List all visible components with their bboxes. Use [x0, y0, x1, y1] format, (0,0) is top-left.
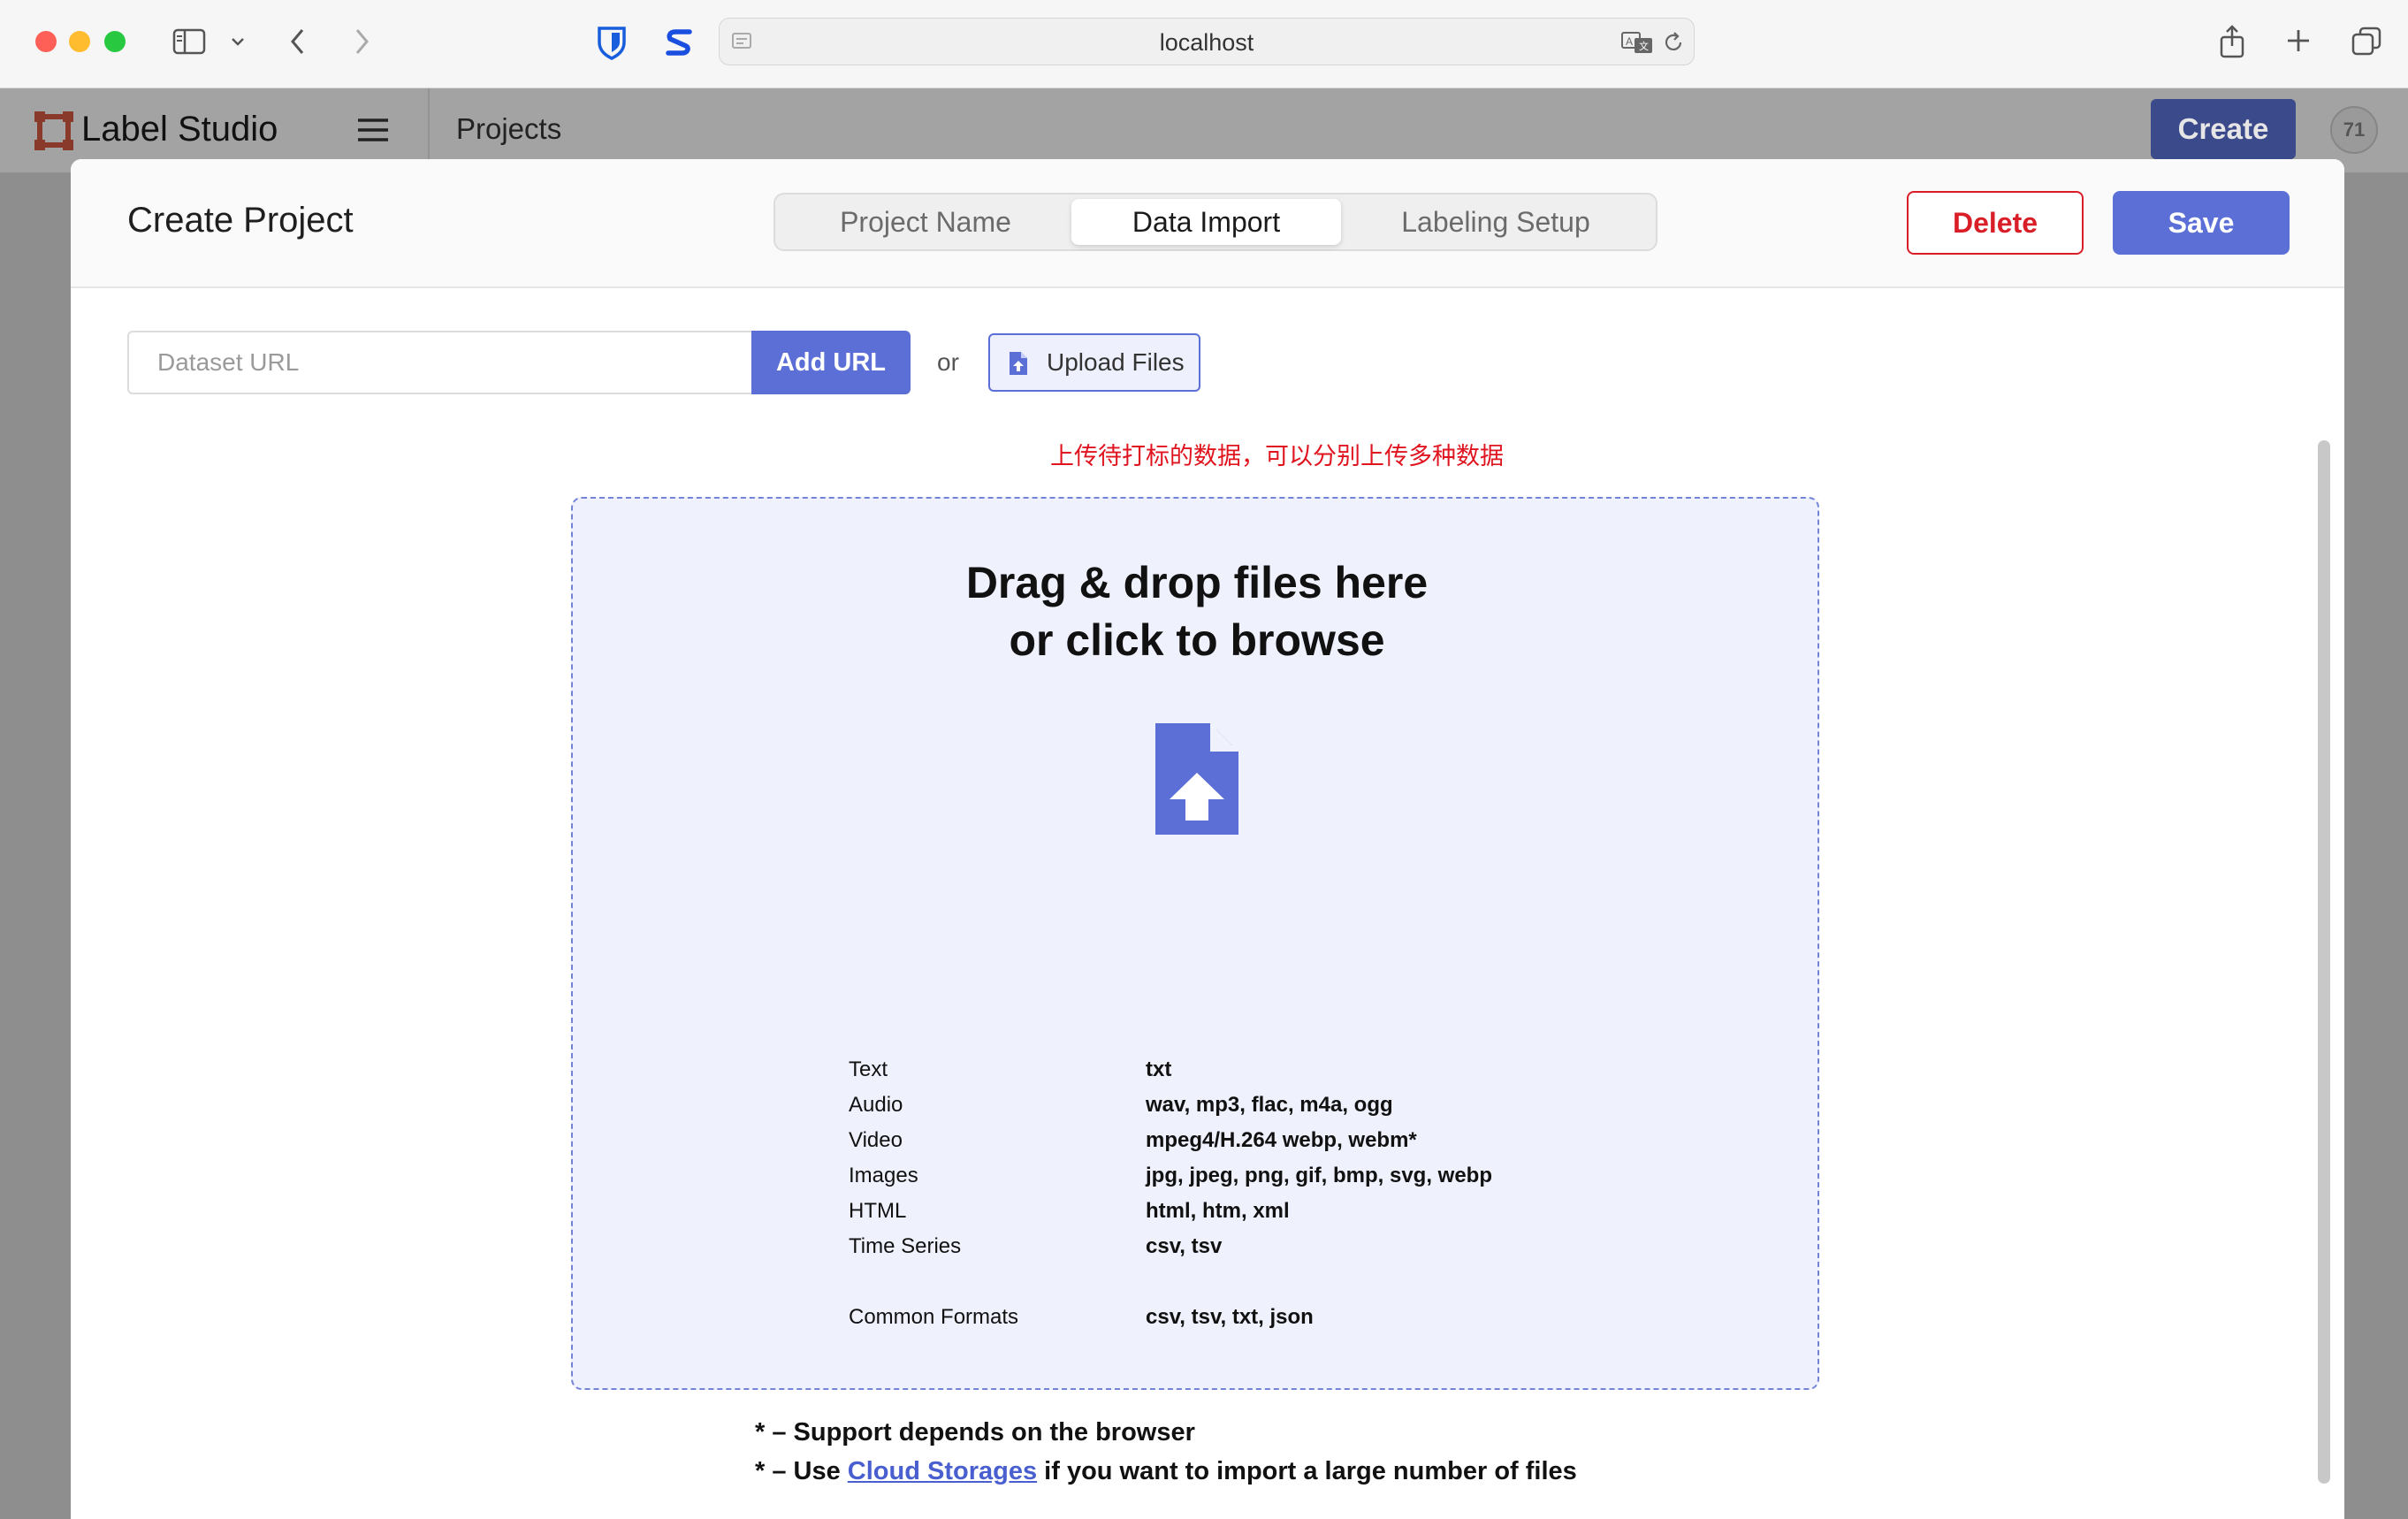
format-ext: csv, tsv, txt, json: [1146, 1305, 1314, 1329]
forward-icon[interactable]: [348, 25, 375, 58]
back-icon[interactable]: [285, 25, 311, 58]
dropzone-title-line1: Drag & drop files here: [965, 558, 1429, 607]
format-ext: jpg, jpeg, png, gif, bmp, svg, webp: [1146, 1164, 1492, 1187]
annotation-note: 上传待打标的数据，可以分别上传多种数据: [1050, 443, 1504, 469]
cloud-storage-note-suffix: if you want to import a large number of …: [1037, 1457, 1577, 1485]
file-upload-large-icon: [1153, 720, 1241, 838]
reload-icon[interactable]: [1660, 29, 1687, 56]
address-text: localhost: [1159, 29, 1254, 56]
cloud-storages-link[interactable]: Cloud Storages: [848, 1457, 1037, 1485]
format-name: HTML: [849, 1199, 907, 1223]
svg-text:A: A: [1626, 35, 1633, 48]
delete-button[interactable]: Delete: [1907, 191, 2084, 255]
or-label: or: [937, 348, 959, 376]
format-name: Audio: [849, 1093, 903, 1117]
upload-files-label: Upload Files: [1047, 348, 1185, 376]
close-window-button[interactable]: [35, 31, 57, 52]
format-ext: html, htm, xml: [1146, 1199, 1290, 1223]
format-ext: mpeg4/H.264 webp, webm*: [1146, 1128, 1417, 1152]
format-name: Video: [849, 1128, 903, 1152]
format-ext: csv, tsv: [1146, 1234, 1223, 1258]
format-ext: txt: [1146, 1057, 1172, 1081]
modal-header: Create Project Project Name Data Import …: [71, 159, 2344, 288]
share-icon[interactable]: [2217, 23, 2247, 60]
modal-title: Create Project: [127, 201, 354, 240]
dropzone-title-line2: or click to browse: [1009, 615, 1385, 665]
address-bar[interactable]: localhost A文: [719, 18, 1695, 65]
format-name: Common Formats: [849, 1305, 1019, 1329]
file-dropzone[interactable]: Drag & drop files here or click to brows…: [571, 497, 1819, 1485]
new-tab-icon[interactable]: [2284, 27, 2313, 55]
create-project-modal: Create Project Project Name Data Import …: [71, 159, 2344, 1519]
hamburger-menu-icon[interactable]: [355, 115, 391, 145]
cloud-storage-note-prefix: * – Use: [755, 1457, 848, 1485]
label-studio-logo-icon: [34, 111, 74, 151]
breadcrumb[interactable]: Projects: [456, 112, 561, 146]
tab-data-import[interactable]: Data Import: [1071, 199, 1341, 245]
dataset-url-input[interactable]: Dataset URL: [127, 331, 753, 394]
scrollbar[interactable]: [2318, 440, 2330, 1484]
bitwarden-shield-icon[interactable]: [594, 23, 629, 62]
translate-icon[interactable]: A文: [1619, 29, 1655, 56]
file-upload-icon: [1006, 349, 1031, 378]
step-tabs: Project Name Data Import Labeling Setup: [773, 193, 1657, 251]
avatar[interactable]: 71: [2330, 106, 2378, 154]
format-name: Time Series: [849, 1234, 962, 1258]
svg-text:文: 文: [1639, 40, 1649, 52]
s-extension-icon[interactable]: [661, 23, 697, 62]
browser-support-note: * – Support depends on the browser: [755, 1418, 1195, 1446]
tabs-overview-icon[interactable]: [2350, 25, 2383, 58]
minimize-window-button[interactable]: [69, 31, 90, 52]
tab-project-name[interactable]: Project Name: [780, 199, 1071, 245]
tab-labeling-setup[interactable]: Labeling Setup: [1341, 199, 1650, 245]
sidebar-toggle-icon[interactable]: [171, 27, 207, 57]
brand-name: Label Studio: [81, 110, 278, 149]
chevron-down-icon[interactable]: [228, 32, 248, 51]
format-ext: wav, mp3, flac, m4a, ogg: [1146, 1093, 1393, 1117]
zoom-window-button[interactable]: [104, 31, 126, 52]
browser-toolbar: localhost A文: [0, 0, 2408, 88]
create-project-button[interactable]: Create: [2151, 99, 2296, 159]
add-url-button[interactable]: Add URL: [751, 331, 911, 394]
save-button[interactable]: Save: [2113, 191, 2290, 255]
upload-files-button[interactable]: Upload Files: [988, 333, 1200, 392]
format-name: Images: [849, 1164, 918, 1187]
format-name: Text: [849, 1057, 888, 1081]
cloud-storage-note: * – Use Cloud Storages if you want to im…: [755, 1457, 1577, 1486]
